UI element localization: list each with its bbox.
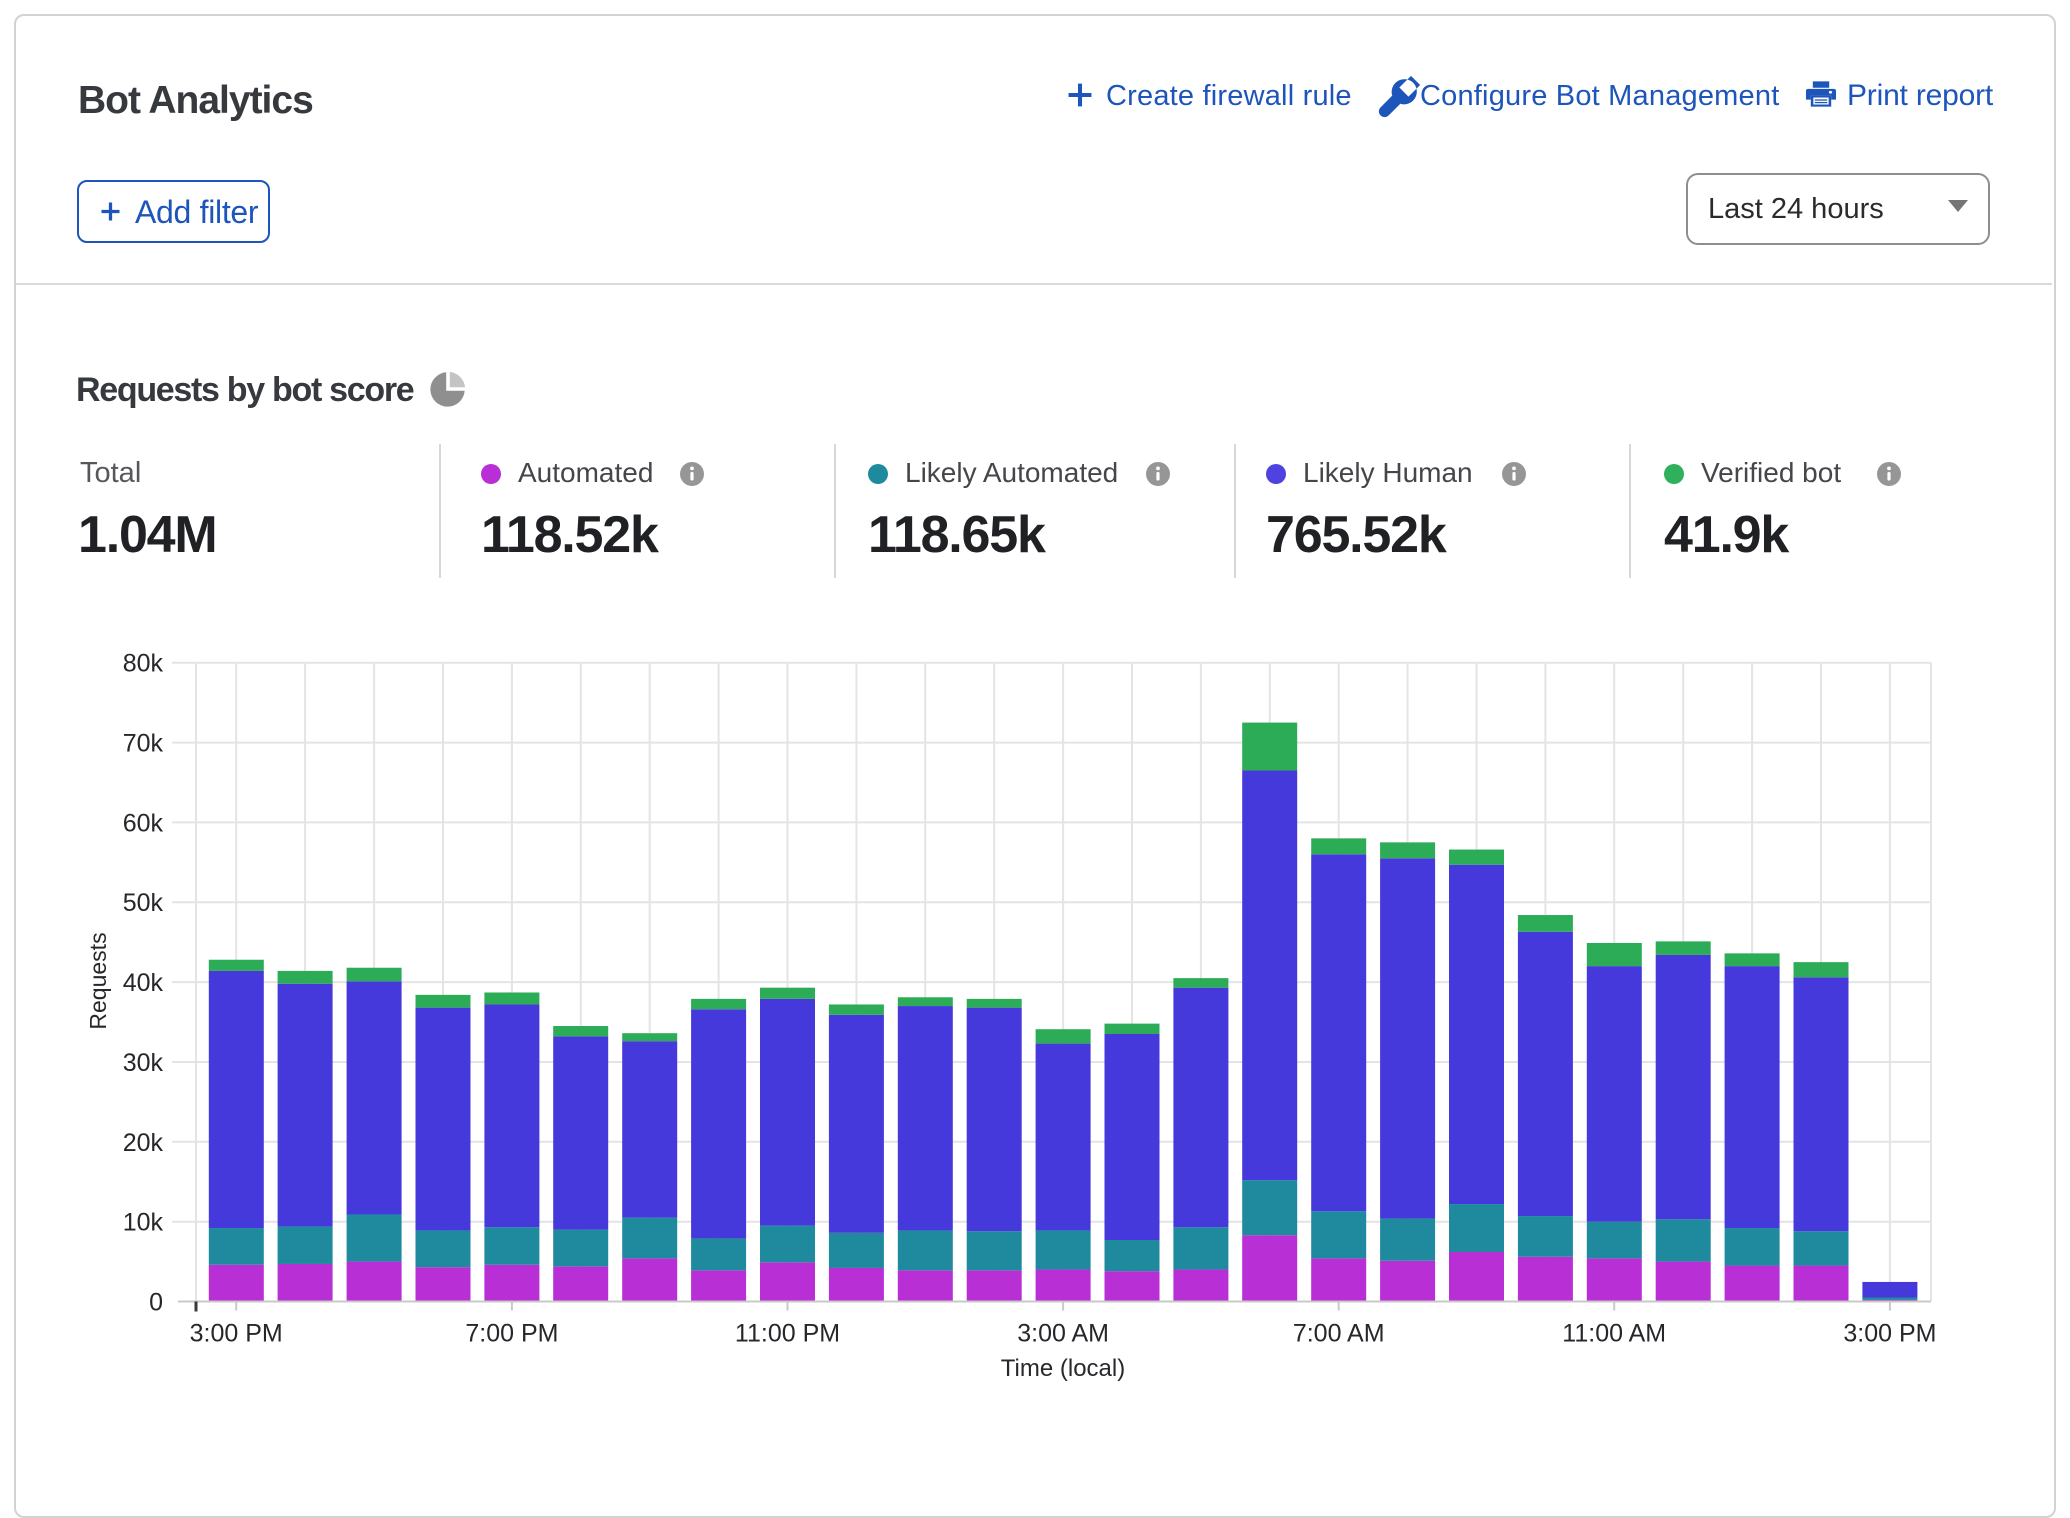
svg-text:10k: 10k bbox=[123, 1209, 164, 1237]
svg-text:7:00 PM: 7:00 PM bbox=[465, 1320, 558, 1348]
svg-text:40k: 40k bbox=[123, 969, 164, 997]
svg-text:Requests: Requests bbox=[85, 932, 111, 1029]
svg-text:7:00 AM: 7:00 AM bbox=[1293, 1320, 1385, 1348]
svg-text:30k: 30k bbox=[123, 1049, 164, 1077]
svg-text:60k: 60k bbox=[123, 809, 164, 837]
svg-text:70k: 70k bbox=[123, 730, 164, 758]
svg-text:20k: 20k bbox=[123, 1129, 164, 1157]
svg-text:80k: 80k bbox=[123, 650, 164, 678]
svg-text:3:00 PM: 3:00 PM bbox=[1843, 1320, 1936, 1348]
svg-text:11:00 PM: 11:00 PM bbox=[735, 1320, 840, 1348]
svg-text:Time (local): Time (local) bbox=[1001, 1355, 1125, 1382]
svg-text:3:00 PM: 3:00 PM bbox=[190, 1320, 283, 1348]
svg-text:11:00 AM: 11:00 AM bbox=[1562, 1320, 1666, 1348]
svg-text:50k: 50k bbox=[123, 889, 164, 917]
svg-text:3:00 AM: 3:00 AM bbox=[1017, 1320, 1109, 1348]
svg-text:0: 0 bbox=[149, 1289, 163, 1317]
